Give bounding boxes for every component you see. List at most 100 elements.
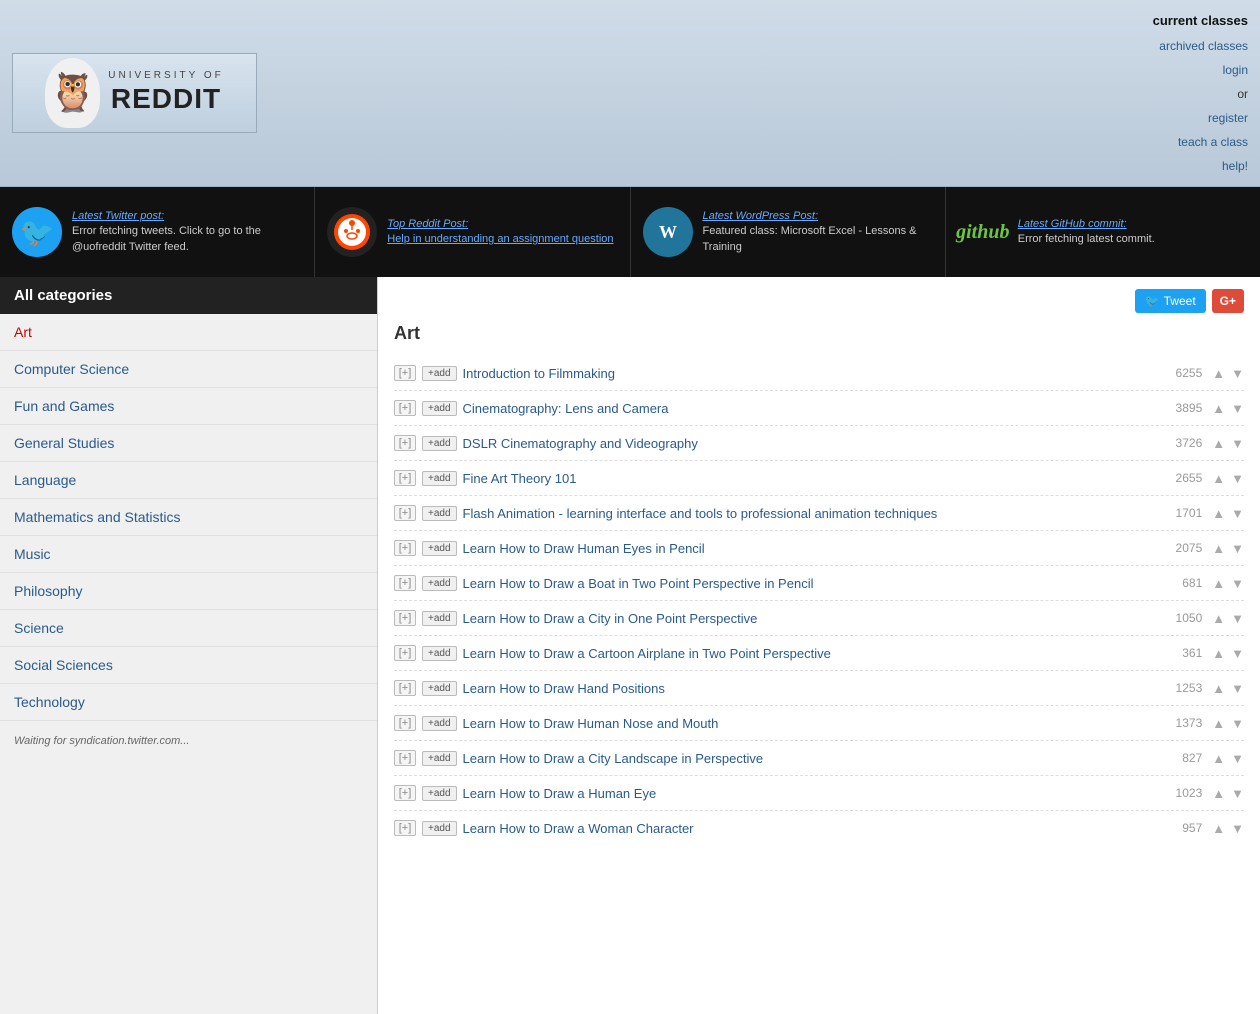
downvote-button[interactable]: ▼ xyxy=(1231,367,1244,380)
add-button[interactable]: +add xyxy=(422,786,457,801)
nav-login[interactable]: login xyxy=(1153,58,1248,82)
sidebar-item-social-sciences[interactable]: Social Sciences xyxy=(0,647,377,684)
add-button[interactable]: +add xyxy=(422,401,457,416)
content-actions: 🐦 Tweet G+ xyxy=(394,289,1244,313)
downvote-button[interactable]: ▼ xyxy=(1231,507,1244,520)
upvote-button[interactable]: ▲ xyxy=(1212,507,1225,520)
upvote-button[interactable]: ▲ xyxy=(1212,822,1225,835)
reddit-label[interactable]: Top Reddit Post: xyxy=(387,218,468,230)
course-name[interactable]: Fine Art Theory 101 xyxy=(463,471,1157,486)
add-button[interactable]: +add xyxy=(422,821,457,836)
upvote-button[interactable]: ▲ xyxy=(1212,542,1225,555)
nav-archived-classes[interactable]: archived classes xyxy=(1153,34,1248,58)
add-button[interactable]: +add xyxy=(422,436,457,451)
upvote-button[interactable]: ▲ xyxy=(1212,367,1225,380)
course-name[interactable]: Learn How to Draw a Cartoon Airplane in … xyxy=(463,646,1157,661)
downvote-button[interactable]: ▼ xyxy=(1231,577,1244,590)
nav-register[interactable]: register xyxy=(1153,106,1248,130)
downvote-button[interactable]: ▼ xyxy=(1231,542,1244,555)
downvote-button[interactable]: ▼ xyxy=(1231,752,1244,765)
upvote-button[interactable]: ▲ xyxy=(1212,682,1225,695)
add-button[interactable]: +add xyxy=(422,506,457,521)
upvote-button[interactable]: ▲ xyxy=(1212,437,1225,450)
downvote-button[interactable]: ▼ xyxy=(1231,612,1244,625)
downvote-button[interactable]: ▼ xyxy=(1231,472,1244,485)
course-name[interactable]: Learn How to Draw a Boat in Two Point Pe… xyxy=(463,576,1157,591)
sidebar-item-science[interactable]: Science xyxy=(0,610,377,647)
upvote-button[interactable]: ▲ xyxy=(1212,647,1225,660)
course-name[interactable]: Flash Animation - learning interface and… xyxy=(463,506,1157,521)
expand-button[interactable]: [+] xyxy=(394,610,416,626)
expand-button[interactable]: [+] xyxy=(394,540,416,556)
add-button[interactable]: +add xyxy=(422,541,457,556)
nav-current-classes[interactable]: current classes xyxy=(1153,8,1248,34)
expand-button[interactable]: [+] xyxy=(394,575,416,591)
add-button[interactable]: +add xyxy=(422,646,457,661)
expand-button[interactable]: [+] xyxy=(394,505,416,521)
sidebar-item-mathematics-and-statistics[interactable]: Mathematics and Statistics xyxy=(0,499,377,536)
sidebar-item-computer-science[interactable]: Computer Science xyxy=(0,351,377,388)
course-name[interactable]: Cinematography: Lens and Camera xyxy=(463,401,1157,416)
sidebar-item-general-studies[interactable]: General Studies xyxy=(0,425,377,462)
sidebar-item-technology[interactable]: Technology xyxy=(0,684,377,721)
sidebar-item-philosophy[interactable]: Philosophy xyxy=(0,573,377,610)
add-button[interactable]: +add xyxy=(422,366,457,381)
add-button[interactable]: +add xyxy=(422,611,457,626)
site-logo[interactable]: 🦉 UNIVERSITY OF REDDIT xyxy=(12,53,257,133)
expand-button[interactable]: [+] xyxy=(394,645,416,661)
expand-button[interactable]: [+] xyxy=(394,750,416,766)
github-content: Error fetching latest commit. xyxy=(1018,233,1155,245)
expand-button[interactable]: [+] xyxy=(394,435,416,451)
downvote-button[interactable]: ▼ xyxy=(1231,787,1244,800)
upvote-button[interactable]: ▲ xyxy=(1212,472,1225,485)
add-button[interactable]: +add xyxy=(422,716,457,731)
expand-button[interactable]: [+] xyxy=(394,400,416,416)
reddit-content[interactable]: Help in understanding an assignment ques… xyxy=(387,233,613,245)
course-name[interactable]: Learn How to Draw a City Landscape in Pe… xyxy=(463,751,1157,766)
add-button[interactable]: +add xyxy=(422,576,457,591)
upvote-button[interactable]: ▲ xyxy=(1212,787,1225,800)
wordpress-label[interactable]: Latest WordPress Post: xyxy=(703,210,819,222)
course-name[interactable]: Learn How to Draw Hand Positions xyxy=(463,681,1157,696)
expand-button[interactable]: [+] xyxy=(394,365,416,381)
upvote-button[interactable]: ▲ xyxy=(1212,402,1225,415)
downvote-button[interactable]: ▼ xyxy=(1231,717,1244,730)
upvote-button[interactable]: ▲ xyxy=(1212,612,1225,625)
sidebar-item-fun-and-games[interactable]: Fun and Games xyxy=(0,388,377,425)
reddit-icon xyxy=(327,207,377,257)
gplus-button[interactable]: G+ xyxy=(1212,289,1244,313)
course-count: 1373 xyxy=(1162,716,1202,730)
expand-button[interactable]: [+] xyxy=(394,820,416,836)
downvote-button[interactable]: ▼ xyxy=(1231,437,1244,450)
nav-teach[interactable]: teach a class xyxy=(1153,130,1248,154)
downvote-button[interactable]: ▼ xyxy=(1231,402,1244,415)
twitter-label[interactable]: Latest Twitter post: xyxy=(72,210,164,222)
course-name[interactable]: Learn How to Draw a Human Eye xyxy=(463,786,1157,801)
course-name[interactable]: Introduction to Filmmaking xyxy=(463,366,1157,381)
expand-button[interactable]: [+] xyxy=(394,470,416,486)
course-name[interactable]: Learn How to Draw Human Eyes in Pencil xyxy=(463,541,1157,556)
course-name[interactable]: Learn How to Draw a Woman Character xyxy=(463,821,1157,836)
add-button[interactable]: +add xyxy=(422,471,457,486)
upvote-button[interactable]: ▲ xyxy=(1212,717,1225,730)
add-button[interactable]: +add xyxy=(422,751,457,766)
tweet-button[interactable]: 🐦 Tweet xyxy=(1135,289,1206,313)
upvote-button[interactable]: ▲ xyxy=(1212,752,1225,765)
downvote-button[interactable]: ▼ xyxy=(1231,682,1244,695)
expand-button[interactable]: [+] xyxy=(394,680,416,696)
course-name[interactable]: Learn How to Draw a City in One Point Pe… xyxy=(463,611,1157,626)
github-label[interactable]: Latest GitHub commit: xyxy=(1018,218,1127,230)
downvote-button[interactable]: ▼ xyxy=(1231,647,1244,660)
expand-button[interactable]: [+] xyxy=(394,785,416,801)
expand-button[interactable]: [+] xyxy=(394,715,416,731)
sidebar-item-music[interactable]: Music xyxy=(0,536,377,573)
upvote-button[interactable]: ▲ xyxy=(1212,577,1225,590)
nav-help[interactable]: help! xyxy=(1153,154,1248,178)
add-button[interactable]: +add xyxy=(422,681,457,696)
owl-icon: 🦉 xyxy=(45,58,100,128)
sidebar-item-language[interactable]: Language xyxy=(0,462,377,499)
course-name[interactable]: DSLR Cinematography and Videography xyxy=(463,436,1157,451)
downvote-button[interactable]: ▼ xyxy=(1231,822,1244,835)
sidebar-item-art[interactable]: Art xyxy=(0,314,377,351)
course-name[interactable]: Learn How to Draw Human Nose and Mouth xyxy=(463,716,1157,731)
